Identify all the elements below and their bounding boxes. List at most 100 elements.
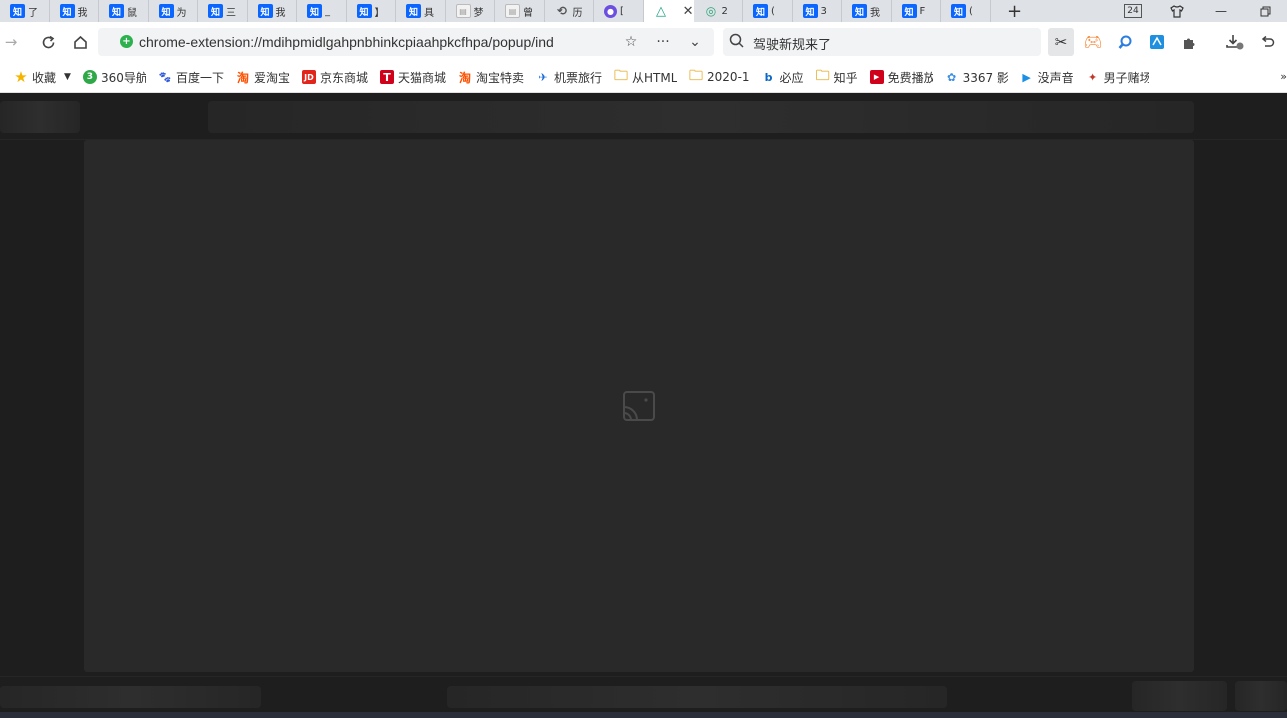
zhihu-icon: 知: [901, 4, 917, 18]
tab[interactable]: 知 _: [297, 0, 347, 22]
translate-extension-button[interactable]: [1144, 28, 1170, 56]
tab[interactable]: ●[: [594, 0, 644, 22]
bookmarks-bar: ★ 收藏 ▼ 3 360导航 🐾︎ 百度一下淘爱淘宝 JD 京东商城 T 天猫商城淘淘宝特卖 ✈ 机票旅…: [0, 62, 1287, 93]
bookmark-label: 3367 影: [962, 70, 1008, 85]
extension-popup-page: [0, 94, 1287, 718]
bookmark-item[interactable]: 🐾︎ 百度一下: [158, 69, 224, 86]
tab[interactable]: 知我: [50, 0, 99, 22]
bookmark-item[interactable]: 淘淘宝特卖: [458, 69, 524, 86]
tab-title: (: [969, 5, 973, 17]
footer-center-placeholder: [447, 686, 947, 708]
caret-down-icon[interactable]: ▼: [64, 72, 71, 82]
url-text[interactable]: chrome-extension://mdihpmidlgahpnbhinkcp…: [139, 34, 609, 50]
tab[interactable]: ◎ 2: [694, 0, 743, 22]
undo-close-tab-button[interactable]: [1254, 28, 1280, 56]
zhihu-icon: 知: [852, 4, 867, 18]
tab-title: 鼠: [127, 7, 137, 19]
bookmark-item[interactable]: ★ 收藏 ▼: [14, 68, 71, 86]
search-box[interactable]: 驾驶新规来了: [723, 28, 1041, 56]
footer-right-placeholder-2: [1235, 681, 1287, 711]
tab[interactable]: 知鼠: [99, 0, 149, 22]
skin-button[interactable]: [1155, 0, 1199, 22]
forward-button[interactable]: →: [0, 28, 22, 56]
bookmark-item[interactable]: ✿ 3367 影: [945, 69, 1008, 86]
baidu-icon: 🐾︎: [157, 70, 172, 84]
bookmarks-overflow-icon[interactable]: »: [1280, 70, 1287, 83]
footer-left-placeholder: [0, 686, 261, 708]
tab-title: 我: [870, 7, 880, 19]
tab-title: 2: [721, 5, 728, 17]
extension-icons: ✂ 🎮︎: [1048, 28, 1280, 56]
tab[interactable]: 知具: [396, 0, 446, 22]
bookmark-item[interactable]: 淘爱淘宝: [236, 69, 290, 86]
tab[interactable]: 知F: [892, 0, 941, 22]
bookmark-label: 淘宝特卖: [476, 70, 525, 85]
gamepad-icon: 🎮︎: [1083, 33, 1103, 51]
extensions-button[interactable]: [1176, 28, 1202, 56]
star-icon: ★: [14, 68, 28, 86]
header-left-placeholder: [0, 101, 80, 133]
bookmark-star-icon[interactable]: ☆: [620, 32, 642, 52]
tab-title: 我: [275, 7, 286, 19]
tab[interactable]: 知3: [793, 0, 842, 22]
tab[interactable]: 知我: [248, 0, 297, 22]
zhihu-icon: 知: [753, 4, 768, 18]
folder-icon: 🗀: [689, 68, 704, 84]
tab[interactable]: ▤ 曾: [495, 0, 545, 22]
tab[interactable]: 知(: [941, 0, 991, 22]
tab[interactable]: 知】: [347, 0, 396, 22]
extension-security-icon[interactable]: +: [120, 35, 133, 48]
magnifier-extension-button[interactable]: [1112, 28, 1138, 56]
reload-button[interactable]: [32, 28, 64, 56]
bookmark-label: 360导航: [100, 70, 146, 85]
tab[interactable]: 知为: [149, 0, 198, 22]
download-icon: [1226, 35, 1244, 50]
search-text[interactable]: 驾驶新规来了: [753, 34, 831, 53]
tab[interactable]: ⟲ 历: [545, 0, 594, 22]
screenshot-button[interactable]: ✂: [1048, 28, 1074, 56]
tab[interactable]: 知三: [198, 0, 248, 22]
bookmark-item[interactable]: ▶ 没声音: [1020, 69, 1073, 86]
bookmark-item[interactable]: JD 京东商城: [301, 69, 368, 86]
zhihu-icon: 知: [406, 4, 421, 18]
green-extension-icon: ◎: [705, 4, 717, 18]
puzzle-icon: [1183, 38, 1194, 49]
game-extension-button[interactable]: 🎮︎: [1080, 28, 1106, 56]
tab-title: [: [620, 5, 624, 17]
address-bar[interactable]: + chrome-extension://mdihpmidlgahpnbhink…: [98, 28, 714, 56]
minimize-button[interactable]: —: [1199, 0, 1243, 22]
tab[interactable]: ▤ 梦: [446, 0, 495, 22]
bookmark-item[interactable]: ✈ 机票旅行: [536, 69, 602, 86]
home-button[interactable]: [64, 28, 96, 56]
taobao-icon: 淘: [458, 70, 471, 85]
bookmark-item[interactable]: 🗀 知乎: [816, 68, 858, 86]
chevron-down-icon[interactable]: ⌄: [684, 32, 706, 52]
tab[interactable]: 知了: [0, 0, 50, 22]
tab[interactable]: 知(: [743, 0, 793, 22]
bookmark-label: 必应: [779, 70, 804, 85]
bookmark-item[interactable]: ▶ 免费播放: [869, 69, 933, 86]
undo-icon: [1261, 35, 1274, 47]
tab-title: 】: [374, 7, 385, 19]
folder-icon: 🗀: [614, 68, 629, 84]
new-tab-button[interactable]: +: [991, 0, 1039, 22]
bookmark-item[interactable]: 🗀 2020-1: [689, 68, 750, 84]
more-dots-icon[interactable]: ···: [652, 32, 674, 52]
downloads-button[interactable]: [1222, 28, 1248, 56]
bookmark-item[interactable]: 🗀 从HTML: [614, 68, 677, 86]
restore-button[interactable]: [1243, 0, 1287, 22]
bookmark-label: 免费播放: [887, 70, 933, 85]
video-icon: ▶: [869, 70, 884, 84]
document-icon: ▤: [505, 4, 520, 18]
bookmark-item[interactable]: T 天猫商城: [379, 69, 446, 86]
close-tab-icon[interactable]: ✕: [683, 4, 694, 19]
tab-active[interactable]: △ ✕: [643, 0, 694, 22]
translate-icon: [1150, 35, 1164, 49]
bookmark-item[interactable]: b 必应: [762, 69, 804, 86]
tab[interactable]: 知我: [842, 0, 892, 22]
search-icon: [729, 33, 744, 52]
bookmark-label: 收藏: [32, 70, 57, 85]
bookmark-item[interactable]: 3 360导航: [82, 69, 146, 86]
tab-count-button[interactable]: 24: [1111, 0, 1155, 22]
bookmark-item[interactable]: ✦ 男子赌场: [1086, 69, 1149, 86]
